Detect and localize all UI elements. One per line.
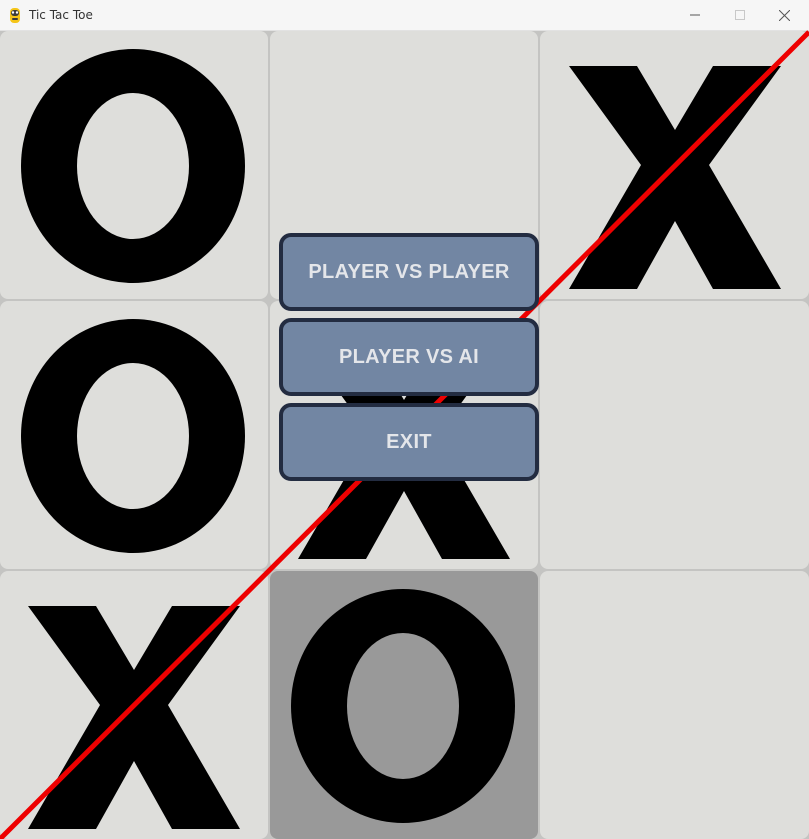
game-window: Tic Tac Toe PLAYER VS PLAYER PLAYER VS A… bbox=[0, 0, 809, 839]
o-mark bbox=[0, 301, 268, 569]
board-cell-r0-c0[interactable] bbox=[0, 31, 268, 299]
maximize-button[interactable] bbox=[717, 0, 762, 30]
x-mark bbox=[0, 571, 268, 839]
o-glyph bbox=[21, 49, 245, 283]
player-vs-player-button[interactable]: PLAYER VS PLAYER bbox=[279, 233, 539, 311]
close-icon bbox=[779, 9, 790, 21]
board-cell-r1-c2[interactable] bbox=[540, 301, 809, 569]
window-title: Tic Tac Toe bbox=[29, 8, 93, 22]
player-vs-ai-label: PLAYER VS AI bbox=[339, 345, 479, 368]
player-vs-ai-button[interactable]: PLAYER VS AI bbox=[279, 318, 539, 396]
board-cell-r1-c0[interactable] bbox=[0, 301, 268, 569]
board-cell-r0-c2[interactable] bbox=[540, 31, 809, 299]
board-cell-r2-c1[interactable] bbox=[270, 571, 538, 839]
minimize-button[interactable] bbox=[672, 0, 717, 30]
o-mark bbox=[270, 571, 538, 839]
maximize-icon bbox=[734, 10, 745, 20]
exit-label: EXIT bbox=[386, 430, 432, 453]
o-mark bbox=[0, 31, 268, 299]
x-glyph bbox=[28, 606, 240, 829]
minimize-icon bbox=[689, 14, 700, 16]
x-mark bbox=[540, 31, 809, 299]
board-cell-r2-c0[interactable] bbox=[0, 571, 268, 839]
board-cell-r2-c2[interactable] bbox=[540, 571, 809, 839]
close-button[interactable] bbox=[762, 0, 807, 30]
title-bar[interactable]: Tic Tac Toe bbox=[0, 0, 809, 31]
python-snake-icon bbox=[10, 8, 20, 23]
o-glyph bbox=[21, 319, 245, 553]
x-glyph bbox=[568, 66, 781, 289]
exit-button[interactable]: EXIT bbox=[279, 403, 539, 481]
o-glyph bbox=[291, 589, 515, 823]
player-vs-player-label: PLAYER VS PLAYER bbox=[308, 260, 510, 283]
